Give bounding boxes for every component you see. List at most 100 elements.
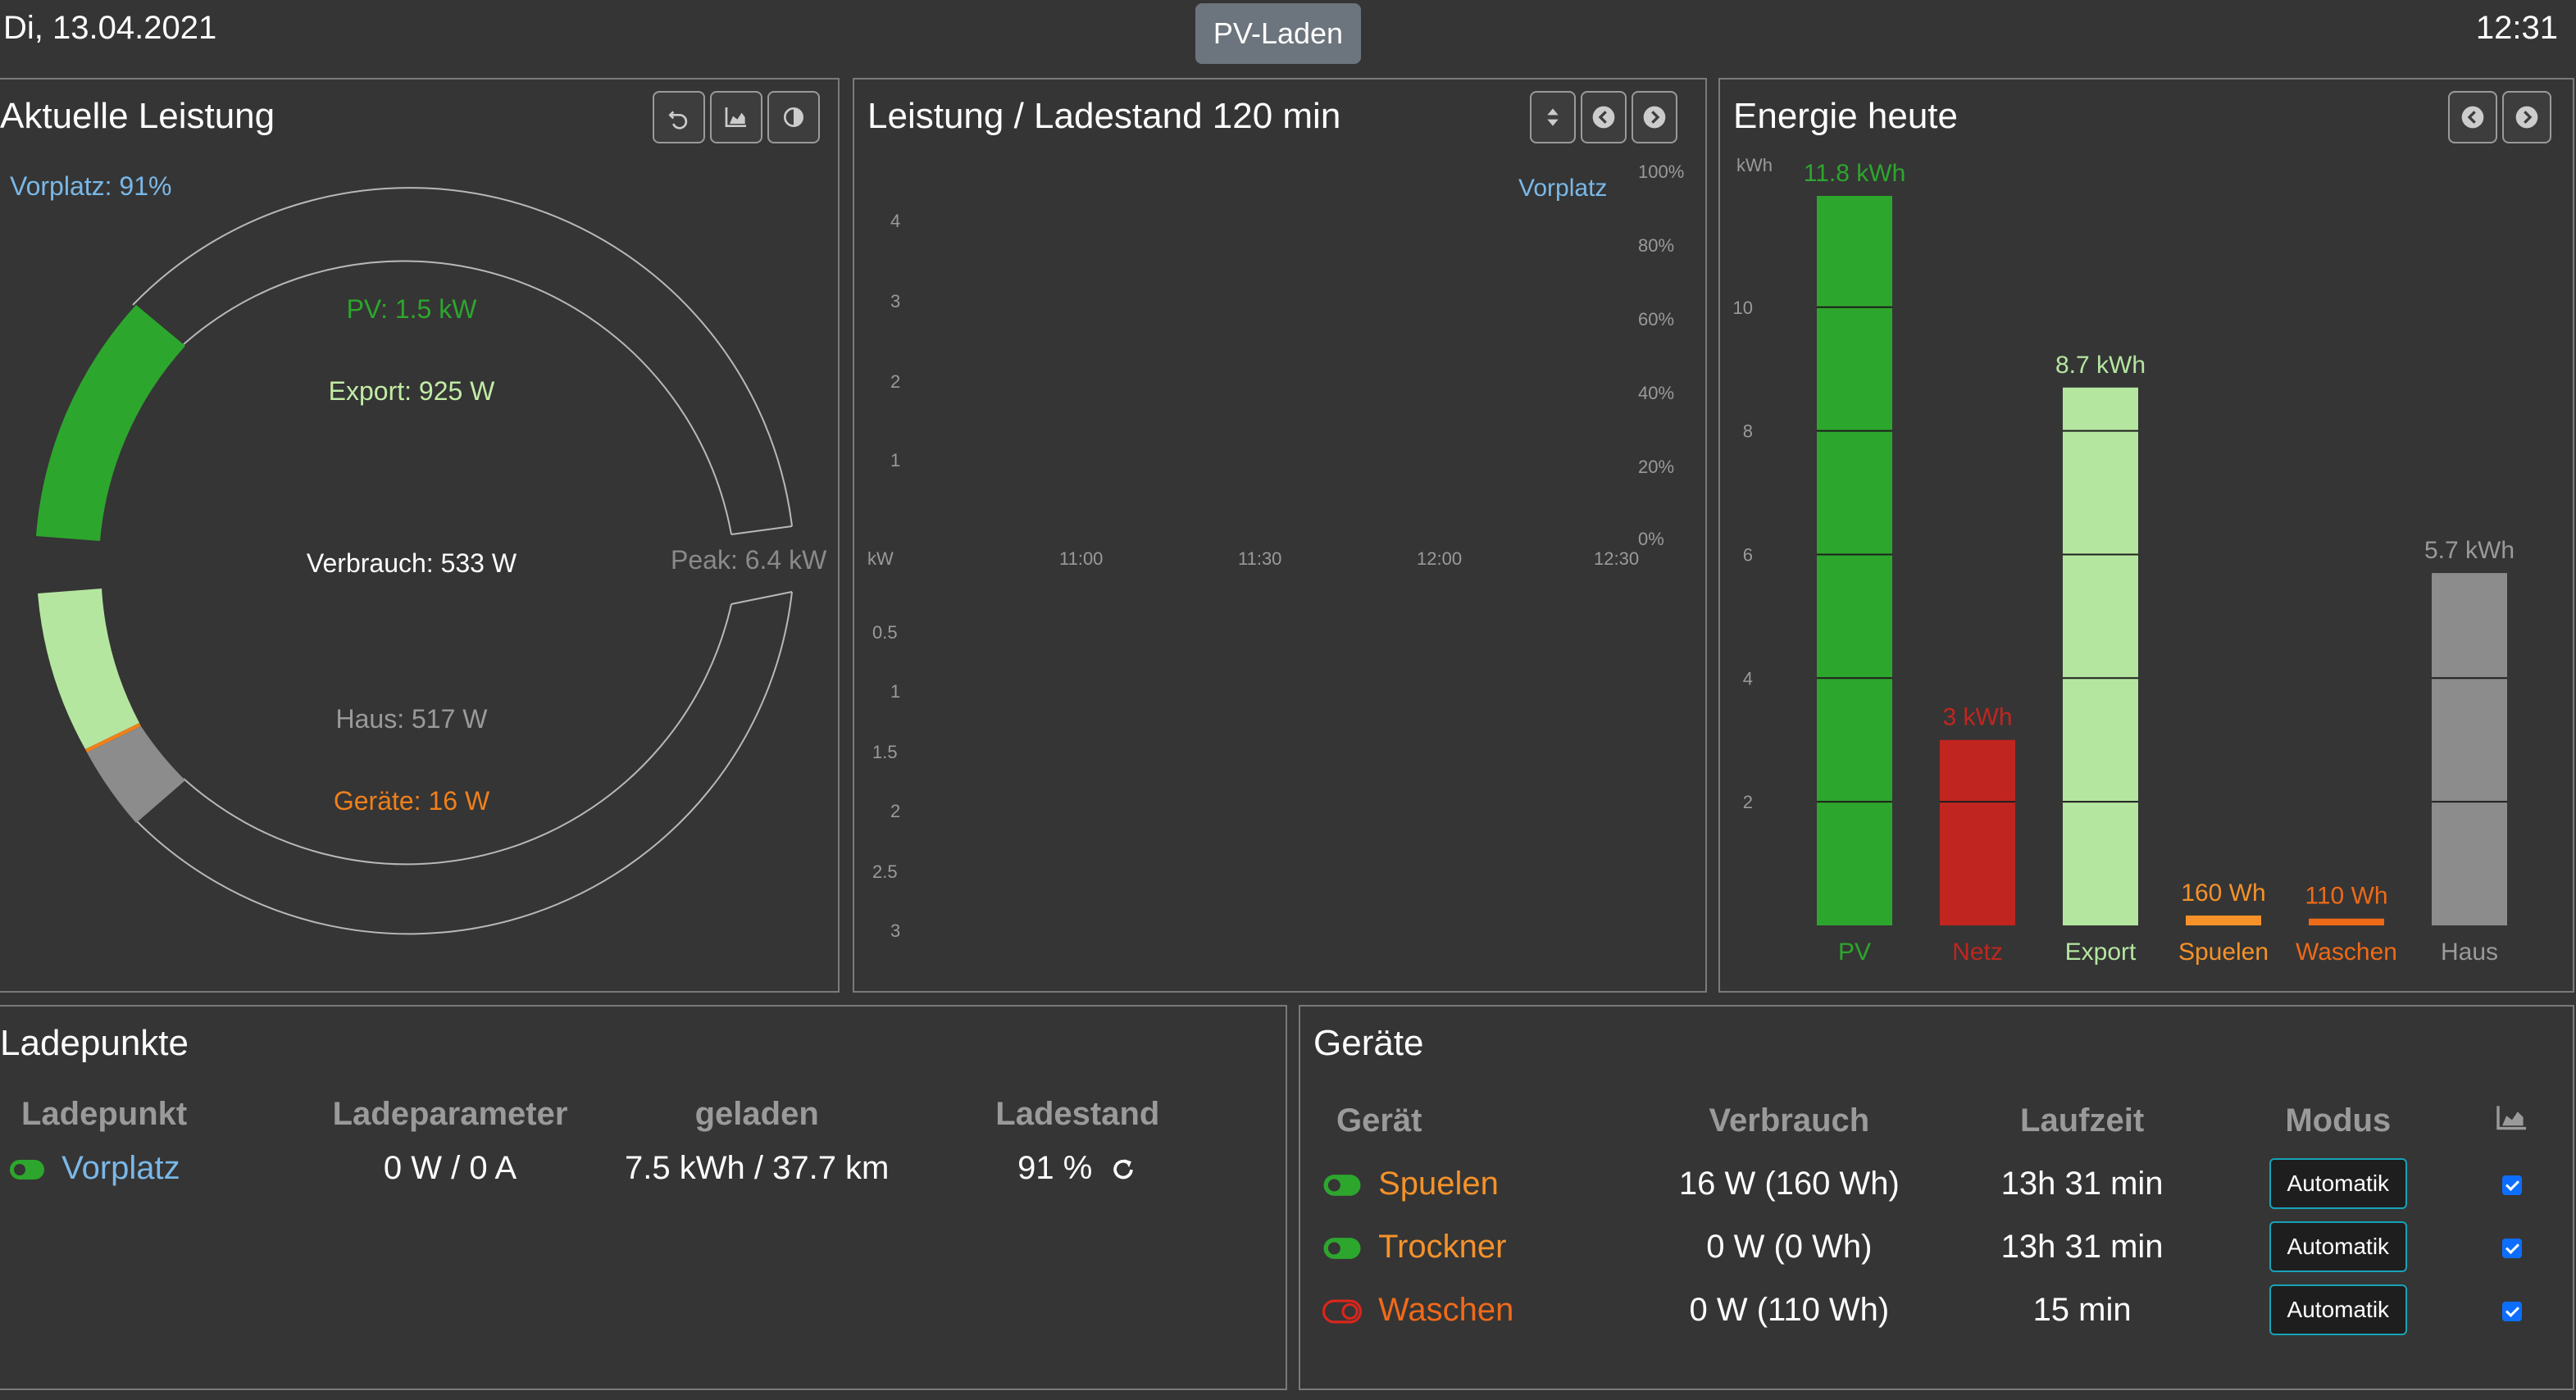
device-name[interactable]: Spuelen: [1378, 1166, 1499, 1202]
soc-cell: 91 %: [909, 1134, 1246, 1188]
chart-column-header: [2458, 1102, 2566, 1140]
toggle-on-icon[interactable]: [1322, 1236, 1363, 1261]
y-bottom-tick: 0.5: [872, 622, 898, 643]
devices-label: Geräte: 16 W: [333, 786, 490, 816]
bar-category-label: Export: [2065, 939, 2137, 966]
charge-params: 0 W / 0 A: [383, 1150, 517, 1186]
column-header: Ladepunkt: [21, 1096, 188, 1132]
soc-series-label: Vorplatz: [1518, 175, 1608, 202]
mode-button[interactable]: Automatik: [2269, 1284, 2407, 1335]
device-name[interactable]: Waschen: [1378, 1292, 1513, 1328]
device-name-cell: Waschen: [1313, 1273, 1632, 1336]
page-title-button[interactable]: PV-Laden: [1195, 3, 1361, 64]
device-usage: 16 W (160 Wh): [1678, 1165, 1900, 1202]
header-date: Di, 13.04.2021: [3, 10, 217, 46]
bar-value-label: 3 kWh: [1942, 704, 2012, 731]
toggle-on-icon[interactable]: [1322, 1173, 1363, 1198]
charge-point-name[interactable]: Vorplatz: [61, 1150, 180, 1186]
toggle-off-icon[interactable]: [1322, 1299, 1363, 1324]
y-right-tick: 0%: [1638, 529, 1664, 549]
bar-waschen: [2309, 918, 2384, 925]
mode-cell: Automatik: [2219, 1210, 2458, 1273]
y-axis-tick: 8: [1743, 421, 1753, 442]
chart-toggle-cell: [2458, 1273, 2566, 1336]
bar-spuelen: [2186, 915, 2261, 925]
x-axis-tick: 11:00: [1059, 548, 1104, 569]
show-in-chart-checkbox[interactable]: [2501, 1238, 2522, 1258]
show-in-chart-checkbox[interactable]: [2501, 1175, 2522, 1195]
y-bottom-tick: 1.5: [872, 742, 898, 762]
power-history-chart: [854, 80, 1705, 991]
column-header: Gerät: [1336, 1102, 1422, 1139]
peak-label: Peak: 6.4 kW: [671, 545, 827, 575]
y-axis-tick: 2: [890, 371, 901, 392]
y-axis-tick: 4: [1743, 668, 1753, 689]
y-bottom-tick: 2: [890, 801, 901, 821]
bar-category-label: Waschen: [2296, 939, 2397, 966]
bar-pv: [1817, 196, 1892, 925]
export-label: Export: 925 W: [328, 376, 495, 406]
current-power-panel: Aktuelle Leistung Vorplatz: 91% PV: 1.5 …: [0, 78, 840, 993]
y-right-tick: 40%: [1638, 383, 1675, 403]
column-header: Modus: [2285, 1102, 2392, 1139]
charge-point-name-cell: Vorplatz: [0, 1134, 295, 1188]
energy-bar-chart: 2 4 6 8 10 11.8 kWh PV 3 kWh Netz 8.7 kWh Export 16…: [1733, 160, 2515, 966]
chart-toggle-cell: [2458, 1140, 2566, 1210]
bar-value-label: 160 Wh: [2181, 880, 2265, 907]
toggle-on-icon[interactable]: [8, 1158, 46, 1181]
charged-amount: 7.5 kWh / 37.7 km: [625, 1150, 890, 1186]
bar-category-label: Spuelen: [2178, 939, 2269, 966]
x-axis-tick: 12:30: [1594, 548, 1640, 569]
pv-label: PV: 1.5 kW: [346, 294, 477, 324]
device-usage: 0 W (110 Wh): [1689, 1291, 1890, 1328]
bar-category-label: Haus: [2441, 939, 2498, 966]
y-axis-unit: kW: [867, 548, 894, 569]
mode-button[interactable]: Automatik: [2269, 1221, 2407, 1272]
power-history-panel: Leistung / Ladestand 120 min 4 3 2 1 kW …: [853, 78, 1707, 993]
x-axis-tick: 11:30: [1238, 548, 1282, 569]
bar-value-label: 8.7 kWh: [2055, 352, 2146, 379]
y-axis-tick: 4: [890, 211, 901, 231]
devices-panel: Geräte Gerät Verbrauch Laufzeit Modus Sp…: [1299, 1005, 2574, 1390]
mode-button[interactable]: Automatik: [2269, 1158, 2407, 1209]
table-row: Trockner 0 W (0 Wh) 13h 31 min Automatik: [1313, 1210, 2566, 1273]
device-runtime: 13h 31 min: [2000, 1165, 2164, 1202]
bar-netz: [1940, 739, 2015, 925]
show-in-chart-checkbox[interactable]: [2501, 1301, 2522, 1321]
panel-title: Geräte: [1313, 1023, 1424, 1063]
y-axis-tick: 6: [1743, 544, 1753, 565]
pv-gauge-segment: [36, 305, 185, 541]
y-right-tick: 60%: [1638, 309, 1675, 330]
device-name-cell: Spuelen: [1313, 1140, 1632, 1210]
table-row: Spuelen 16 W (160 Wh) 13h 31 min Automat…: [1313, 1140, 2566, 1210]
x-axis-tick: 12:00: [1417, 548, 1463, 569]
device-runtime: 15 min: [2032, 1291, 2132, 1328]
mode-cell: Automatik: [2219, 1140, 2458, 1210]
bar-category-label: Netz: [1952, 939, 2003, 966]
y-axis-tick: 3: [890, 291, 901, 311]
house-label: Haus: 517 W: [335, 704, 488, 734]
header-time: 12:31: [2475, 10, 2558, 46]
mode-cell: Automatik: [2219, 1273, 2458, 1336]
y-bottom-tick: 1: [890, 681, 901, 702]
table-row: Vorplatz 0 W / 0 A 7.5 kWh / 37.7 km 91 …: [0, 1134, 1246, 1188]
y-right-tick: 20%: [1638, 457, 1675, 477]
y-bottom-tick: 2.5: [872, 861, 898, 882]
device-runtime: 13h 31 min: [2000, 1228, 2164, 1265]
bar-value-label: 11.8 kWh: [1804, 160, 1906, 187]
y-axis-tick: 2: [1743, 792, 1753, 812]
refresh-icon[interactable]: [1109, 1156, 1137, 1184]
column-header: geladen: [694, 1096, 819, 1132]
panel-title: Ladepunkte: [0, 1023, 189, 1063]
power-gauge: [36, 187, 793, 935]
column-header: Ladestand: [995, 1096, 1160, 1132]
devices-table: Gerät Verbrauch Laufzeit Modus Spuelen 1…: [1313, 1102, 2566, 1336]
area-chart-icon: [2496, 1106, 2526, 1130]
bar-value-label: 5.7 kWh: [2424, 537, 2515, 564]
device-name[interactable]: Trockner: [1378, 1229, 1506, 1265]
column-header: Laufzeit: [2020, 1102, 2145, 1139]
chart-toggle-cell: [2458, 1210, 2566, 1273]
y-right-tick: 80%: [1638, 235, 1675, 256]
energy-today-panel: Energie heute kWh 2 4 6 8 10 11.8 kWh PV 3 kWh N…: [1718, 78, 2574, 993]
y-axis-tick: 10: [1733, 298, 1753, 318]
